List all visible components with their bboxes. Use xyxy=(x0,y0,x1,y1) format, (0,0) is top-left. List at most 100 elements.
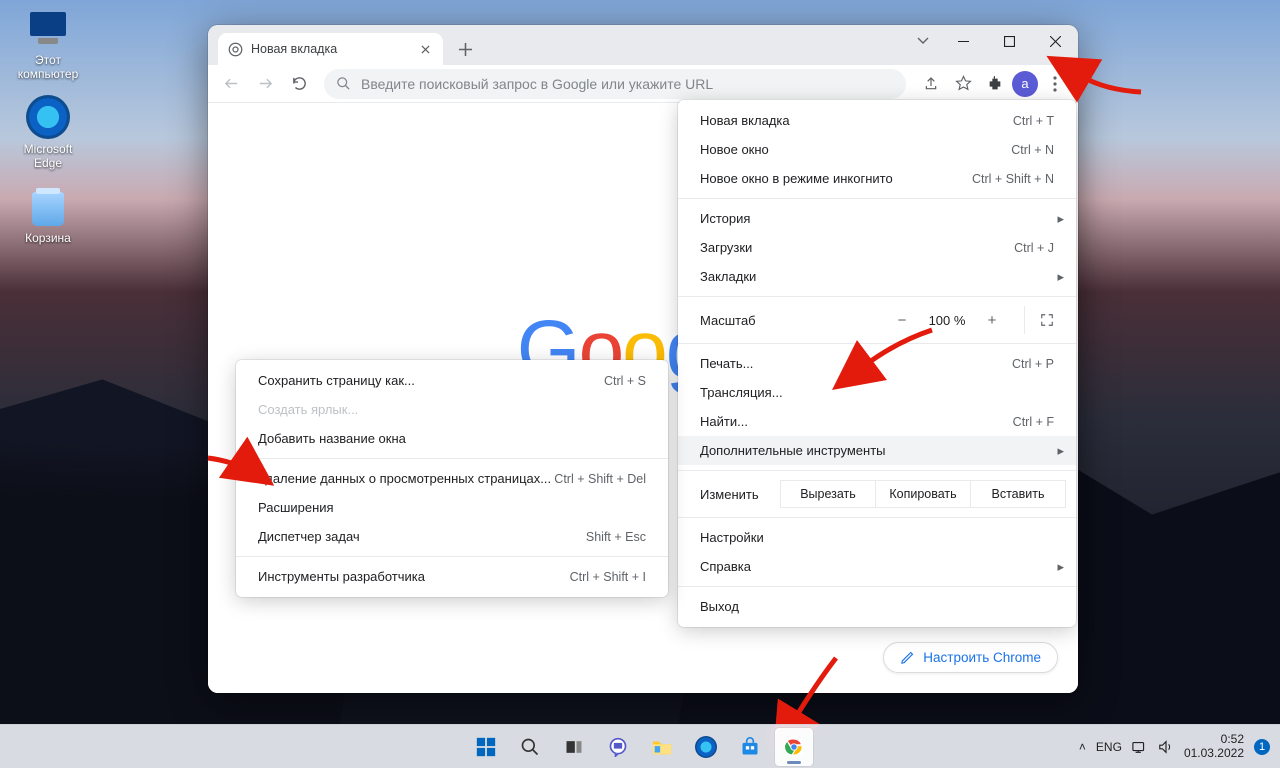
menu-item-label: Удаление данных о просмотренных страница… xyxy=(258,471,551,486)
zoom-label: Масштаб xyxy=(700,313,884,328)
fullscreen-icon xyxy=(1040,313,1054,327)
menu-separator xyxy=(236,458,668,459)
submenu-name-window[interactable]: Добавить название окна xyxy=(236,424,668,453)
tray-volume-icon[interactable] xyxy=(1158,740,1174,754)
menu-find[interactable]: Найти...Ctrl + F xyxy=(678,407,1076,436)
menu-new-tab[interactable]: Новая вкладкаCtrl + T xyxy=(678,106,1076,135)
desktop-icon-this-pc[interactable]: Этот компьютер xyxy=(10,6,86,81)
task-view-button[interactable] xyxy=(555,728,593,766)
tab-search-button[interactable] xyxy=(906,25,940,57)
maximize-icon xyxy=(1004,36,1015,47)
zoom-out-button[interactable]: − xyxy=(884,306,920,334)
menu-item-label: Трансляция... xyxy=(700,385,783,400)
share-icon xyxy=(923,76,939,92)
fullscreen-button[interactable] xyxy=(1024,306,1068,334)
menu-more-tools[interactable]: Дополнительные инструменты▸ xyxy=(678,436,1076,465)
minimize-icon xyxy=(958,36,969,47)
chrome-menu-button[interactable] xyxy=(1040,69,1070,99)
desktop-icon-label: Корзина xyxy=(10,231,86,245)
menu-item-label: Печать... xyxy=(700,356,753,371)
menu-downloads[interactable]: ЗагрузкиCtrl + J xyxy=(678,233,1076,262)
windows-icon xyxy=(475,736,497,758)
tray-chevron[interactable]: ˄ xyxy=(1079,740,1086,754)
menu-bookmarks[interactable]: Закладки▸ xyxy=(678,262,1076,291)
close-icon xyxy=(1050,36,1061,47)
minimize-button[interactable] xyxy=(940,25,986,57)
edge-icon xyxy=(695,736,717,758)
taskbar-explorer[interactable] xyxy=(643,728,681,766)
tray-notifications[interactable]: 1 xyxy=(1254,739,1270,755)
titlebar[interactable]: Новая вкладка xyxy=(208,25,1078,65)
cut-button[interactable]: Вырезать xyxy=(780,480,876,508)
taskbar: ˄ ENG 0:52 01.03.2022 1 xyxy=(0,724,1280,768)
submenu-save-page[interactable]: Сохранить страницу как...Ctrl + S xyxy=(236,366,668,395)
taskbar-chrome[interactable] xyxy=(775,728,813,766)
pc-icon xyxy=(26,6,70,50)
menu-item-label: Диспетчер задач xyxy=(258,529,360,544)
submenu-dev-tools[interactable]: Инструменты разработчикаCtrl + Shift + I xyxy=(236,562,668,591)
start-button[interactable] xyxy=(467,728,505,766)
reload-icon xyxy=(291,75,308,92)
menu-cast[interactable]: Трансляция... xyxy=(678,378,1076,407)
submenu-task-manager[interactable]: Диспетчер задачShift + Esc xyxy=(236,522,668,551)
extensions-button[interactable] xyxy=(980,69,1010,99)
menu-shortcut: Ctrl + S xyxy=(604,374,646,388)
menu-item-label: Выход xyxy=(700,599,739,614)
chat-icon xyxy=(608,737,628,757)
copy-button[interactable]: Копировать xyxy=(876,480,971,508)
menu-new-incognito[interactable]: Новое окно в режиме инкогнитоCtrl + Shif… xyxy=(678,164,1076,193)
back-button xyxy=(216,69,246,99)
customize-chrome-button[interactable]: Настроить Chrome xyxy=(883,642,1058,673)
search-icon xyxy=(520,737,540,757)
new-tab-button[interactable] xyxy=(451,35,479,63)
omnibox-placeholder: Введите поисковый запрос в Google или ук… xyxy=(361,76,713,92)
system-tray: ˄ ENG 0:52 01.03.2022 1 xyxy=(1079,733,1270,761)
menu-print[interactable]: Печать...Ctrl + P xyxy=(678,349,1076,378)
menu-separator xyxy=(678,343,1076,344)
paste-button[interactable]: Вставить xyxy=(971,480,1066,508)
puzzle-icon xyxy=(987,76,1003,92)
share-button[interactable] xyxy=(916,69,946,99)
avatar-letter: a xyxy=(1021,76,1028,91)
menu-item-label: Расширения xyxy=(258,500,334,515)
menu-item-label: Новая вкладка xyxy=(700,113,790,128)
tray-clock[interactable]: 0:52 01.03.2022 xyxy=(1184,733,1244,761)
maximize-button[interactable] xyxy=(986,25,1032,57)
tray-language[interactable]: ENG xyxy=(1096,740,1122,754)
menu-shortcut: Ctrl + Shift + Del xyxy=(554,472,646,486)
menu-shortcut: Ctrl + Shift + I xyxy=(570,570,646,584)
close-window-button[interactable] xyxy=(1032,25,1078,57)
taskbar-search[interactable] xyxy=(511,728,549,766)
menu-history[interactable]: История▸ xyxy=(678,204,1076,233)
search-icon xyxy=(336,76,351,91)
browser-tab[interactable]: Новая вкладка xyxy=(218,33,443,65)
tray-time: 0:52 xyxy=(1184,733,1244,747)
menu-new-window[interactable]: Новое окноCtrl + N xyxy=(678,135,1076,164)
menu-settings[interactable]: Настройки xyxy=(678,523,1076,552)
taskbar-edge[interactable] xyxy=(687,728,725,766)
menu-shortcut: Ctrl + Shift + N xyxy=(972,172,1054,186)
tab-close-button[interactable] xyxy=(417,41,433,57)
star-icon xyxy=(955,75,972,92)
close-icon xyxy=(421,45,430,54)
zoom-in-button[interactable]: + xyxy=(974,306,1010,334)
chrome-tab-icon xyxy=(228,42,243,57)
reload-button[interactable] xyxy=(284,69,314,99)
menu-exit[interactable]: Выход xyxy=(678,592,1076,621)
omnibox[interactable]: Введите поисковый запрос в Google или ук… xyxy=(324,69,906,99)
taskbar-chat[interactable] xyxy=(599,728,637,766)
submenu-clear-browsing-data[interactable]: Удаление данных о просмотренных страница… xyxy=(236,464,668,493)
menu-item-label: Настройки xyxy=(700,530,764,545)
chevron-down-icon xyxy=(917,37,929,45)
more-tools-submenu: Сохранить страницу как...Ctrl + S Создат… xyxy=(236,360,668,597)
profile-avatar[interactable]: a xyxy=(1012,71,1038,97)
bookmark-button[interactable] xyxy=(948,69,978,99)
desktop-icon-recycle-bin[interactable]: Корзина xyxy=(10,184,86,245)
submenu-extensions[interactable]: Расширения xyxy=(236,493,668,522)
desktop-icon-edge[interactable]: Microsoft Edge xyxy=(10,95,86,170)
menu-help[interactable]: Справка▸ xyxy=(678,552,1076,581)
notif-count: 1 xyxy=(1259,741,1265,753)
taskbar-store[interactable] xyxy=(731,728,769,766)
menu-separator xyxy=(678,586,1076,587)
tray-network-icon[interactable] xyxy=(1132,740,1148,754)
